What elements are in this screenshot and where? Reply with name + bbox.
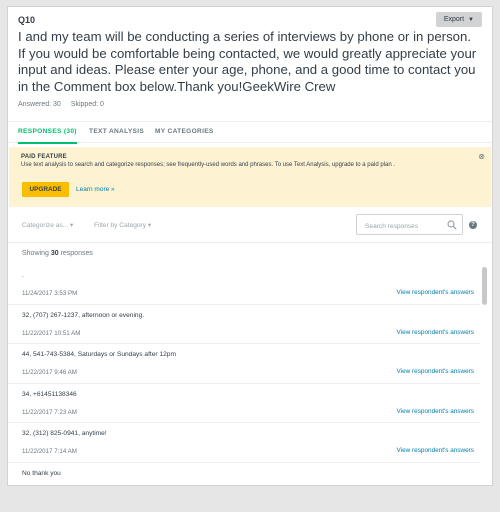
categorize-label: Categorize as... [22, 222, 69, 229]
help-icon[interactable]: ? [469, 221, 477, 229]
response-date: 11/22/2017 7:14 AM [22, 448, 77, 455]
scrollbar[interactable] [482, 267, 487, 485]
showing-prefix: Showing [22, 250, 49, 257]
filter-bar: Categorize as... ▾ Filter by Category ▾ … [8, 209, 492, 243]
view-respondent-answers-link[interactable]: View respondent's answers [397, 368, 474, 375]
tab-my-categories[interactable]: MY CATEGORIES [155, 128, 214, 135]
response-date: 11/24/2017 3:53 PM [22, 290, 78, 297]
response-row: 44, 541-743-5384, Saturdays or Sundays a… [8, 344, 480, 384]
response-text: 44, 541-743-5384, Saturdays or Sundays a… [22, 351, 176, 358]
response-row: 34, +61451138346 11/22/2017 7:23 AM View… [8, 384, 480, 423]
upgrade-button[interactable]: UPGRADE [22, 182, 69, 197]
paid-feature-banner: PAID FEATURE Use text analysis to search… [9, 147, 491, 207]
export-button[interactable]: Export ▼ [435, 12, 482, 27]
showing-count: Showing 30 responses [22, 250, 93, 257]
paid-feature-description: Use text analysis to search and categori… [21, 162, 395, 168]
scrollbar-thumb[interactable] [482, 267, 487, 305]
response-row: 32, (312) 825-0941, anytime! 11/22/2017 … [8, 423, 480, 463]
tab-responses[interactable]: RESPONSES (30) [18, 128, 77, 144]
response-row: No thank you [8, 463, 480, 486]
response-row: 32, (707) 267-1237, afternoon or evening… [8, 305, 480, 344]
response-text: 32, (312) 825-0941, anytime! [22, 430, 107, 437]
response-list: . 11/24/2017 3:53 PM View respondent's a… [8, 265, 480, 486]
categorize-dropdown[interactable]: Categorize as... ▾ [22, 221, 73, 229]
response-date: 11/22/2017 10:51 AM [22, 329, 81, 337]
caret-down-icon: ▼ [468, 16, 474, 23]
paid-feature-title: PAID FEATURE [21, 154, 67, 160]
view-respondent-answers-link[interactable]: View respondent's answers [397, 329, 474, 336]
filter-by-category-label: Filter by Category [94, 222, 147, 229]
chevron-down-icon: ▾ [147, 222, 152, 229]
response-text: . [22, 272, 24, 279]
response-text: 32, (707) 267-1237, afternoon or evening… [22, 311, 145, 319]
question-text: I and my team will be conducting a serie… [18, 29, 477, 94]
close-icon[interactable]: ⊗ [478, 152, 485, 161]
chevron-down-icon: ▾ [70, 222, 74, 229]
tab-text-analysis[interactable]: TEXT ANALYSIS [89, 128, 144, 135]
skipped-count: Skipped: 0 [70, 101, 104, 108]
response-date: 11/22/2017 7:23 AM [22, 408, 77, 416]
learn-more-link[interactable]: Learn more » [76, 186, 115, 193]
answered-count: Answered: 30 [18, 101, 61, 108]
export-label: Export [443, 16, 465, 23]
view-respondent-answers-link[interactable]: View respondent's answers [397, 447, 474, 454]
question-stats: Answered: 30 Skipped: 0 [18, 101, 104, 108]
response-row: . 11/24/2017 3:53 PM View respondent's a… [8, 265, 480, 305]
search-box [356, 214, 463, 236]
search-input[interactable] [363, 217, 447, 236]
question-summary-card: Q10 Export ▼ I and my team will be condu… [7, 6, 493, 486]
question-number: Q10 [18, 15, 36, 25]
showing-suffix: responses [60, 250, 93, 257]
search-icon[interactable] [447, 220, 457, 230]
showing-number: 30 [50, 250, 59, 257]
response-date: 11/22/2017 9:46 AM [22, 369, 77, 376]
response-text: No thank you [22, 469, 61, 477]
response-text: 34, +61451138346 [22, 390, 77, 398]
filter-by-category-dropdown[interactable]: Filter by Category ▾ [94, 221, 151, 229]
view-respondent-answers-link[interactable]: View respondent's answers [397, 289, 474, 296]
tab-bar: RESPONSES (30) TEXT ANALYSIS MY CATEGORI… [8, 121, 492, 144]
view-respondent-answers-link[interactable]: View respondent's answers [397, 408, 474, 415]
